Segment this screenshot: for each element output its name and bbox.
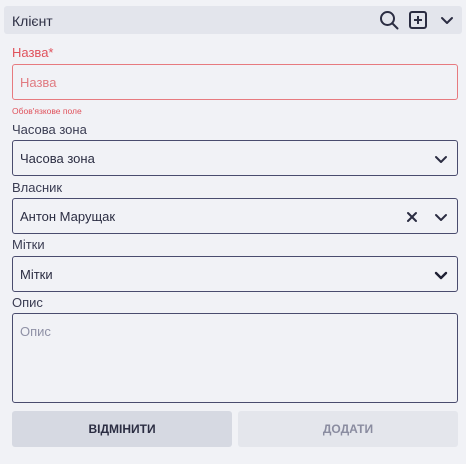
panel-title: Клієнт: [12, 13, 53, 29]
name-input[interactable]: [13, 65, 457, 99]
name-field[interactable]: [12, 64, 458, 100]
description-field[interactable]: [12, 313, 458, 403]
required-hint: Обов'язкове поле: [12, 106, 82, 116]
timezone-label: Часова зона: [12, 122, 87, 137]
chevron-down-icon[interactable]: [434, 152, 448, 166]
owner-value: Антон Марущак: [20, 209, 116, 224]
description-input[interactable]: [13, 314, 457, 402]
tags-value: Мітки: [20, 267, 53, 282]
tags-label: Мітки: [12, 237, 45, 252]
owner-select[interactable]: Антон Марущак: [12, 198, 458, 234]
clear-icon[interactable]: [405, 210, 419, 224]
timezone-value: Часова зона: [20, 151, 95, 166]
panel-header: Клієнт: [4, 6, 462, 34]
chevron-down-icon[interactable]: [436, 9, 458, 31]
owner-label: Власник: [12, 180, 63, 195]
timezone-select[interactable]: Часова зона: [12, 140, 458, 176]
chevron-down-icon[interactable]: [434, 268, 448, 282]
description-label: Опис: [12, 295, 43, 310]
search-icon[interactable]: [378, 9, 400, 31]
add-square-icon[interactable]: [407, 9, 429, 31]
name-label: Назва*: [12, 45, 54, 60]
tags-select[interactable]: Мітки: [12, 256, 458, 292]
add-button[interactable]: ДОДАТИ: [238, 411, 458, 447]
cancel-button[interactable]: ВІДМІНИТИ: [12, 411, 232, 447]
chevron-down-icon[interactable]: [434, 210, 448, 224]
